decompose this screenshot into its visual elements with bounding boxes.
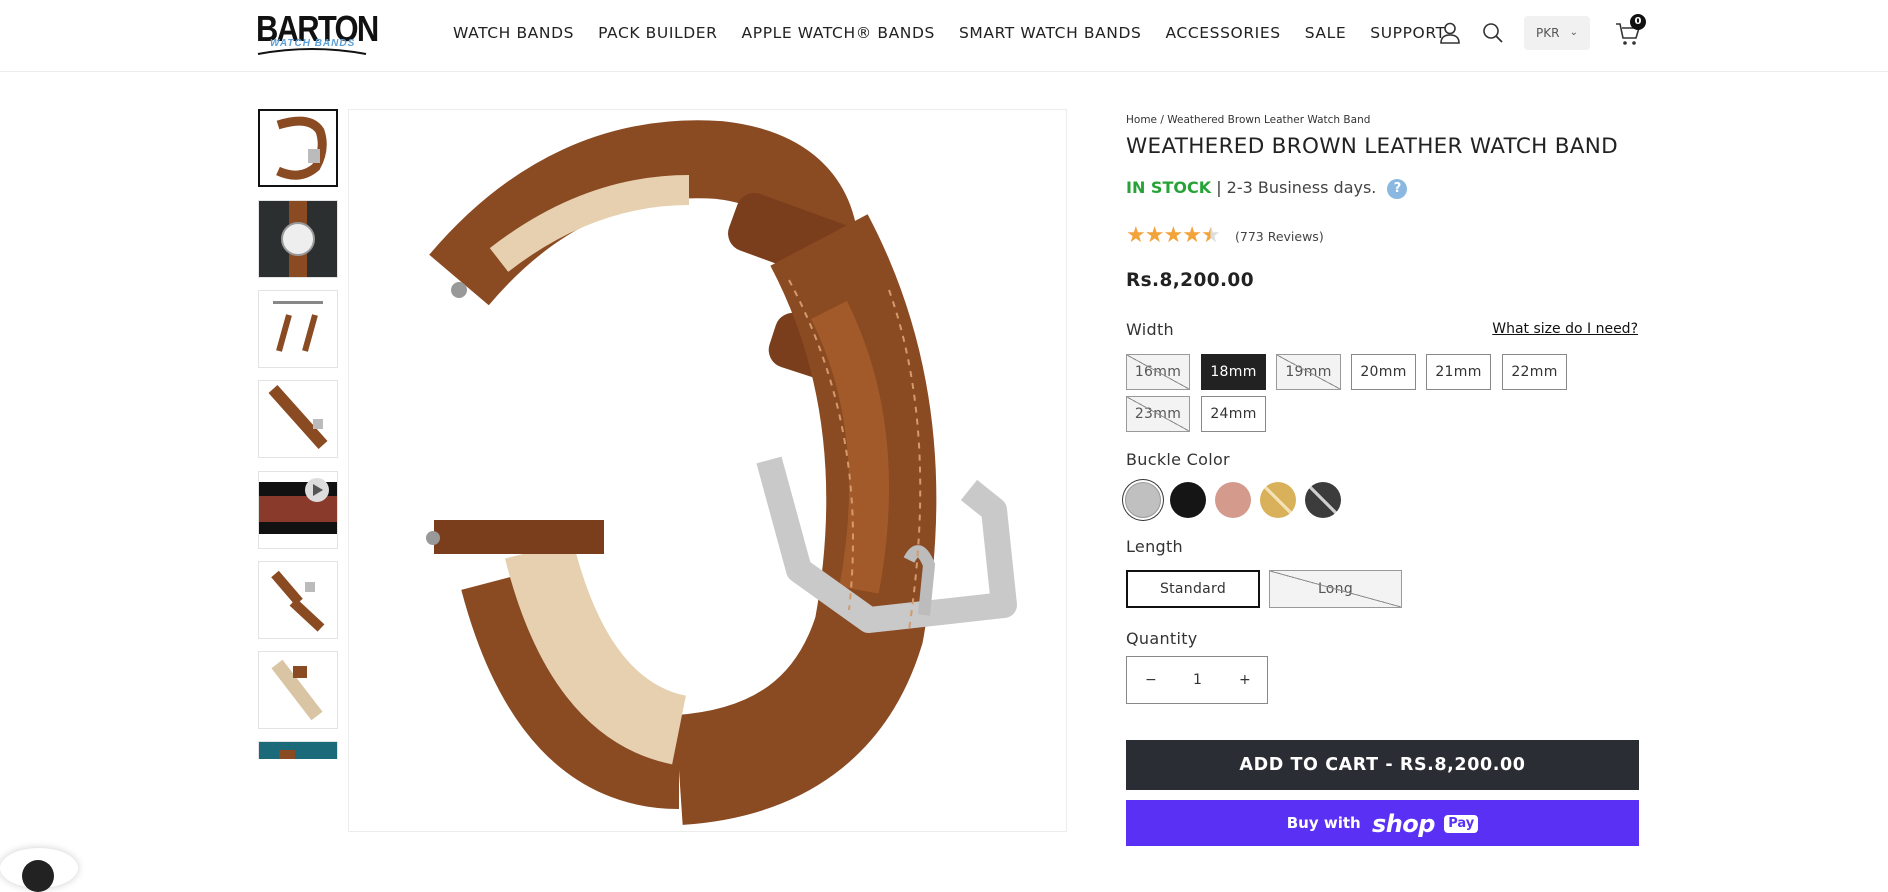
half-star-icon: ★ [1200, 223, 1221, 248]
star-icon: ★ [1144, 223, 1165, 248]
stock-status: IN STOCK [1126, 178, 1212, 197]
main-product-image[interactable] [348, 109, 1067, 832]
width-option-16mm[interactable]: 16mm [1126, 354, 1190, 390]
length-label: Length [1126, 537, 1183, 556]
sizes-thumbnail-icon [273, 301, 323, 352]
pay-badge: Pay [1444, 814, 1479, 833]
help-icon[interactable]: ? [1387, 178, 1408, 199]
shop-logo: shop [1371, 809, 1436, 838]
stock-separator: | [1216, 178, 1222, 197]
width-option-18mm[interactable]: 18mm [1201, 354, 1266, 390]
increase-quantity-button[interactable]: + [1239, 657, 1251, 703]
buckle-color-label: Buckle Color [1126, 450, 1230, 469]
thumbnail-video[interactable] [258, 471, 338, 549]
width-label: Width [1126, 320, 1174, 339]
nav-apple-watch-bands[interactable]: APPLE WATCH® BANDS [742, 22, 935, 44]
search-icon[interactable] [1480, 20, 1506, 46]
cart-count-badge: 0 [1630, 14, 1646, 30]
thumbnail-4[interactable] [258, 380, 338, 458]
review-count[interactable]: (773 Reviews) [1235, 229, 1324, 244]
video-thumbnail-icon [259, 478, 337, 534]
width-option-20mm[interactable]: 20mm [1351, 354, 1416, 390]
currency-selector[interactable]: PKR ⌄ [1524, 16, 1590, 50]
user-icon[interactable] [1437, 20, 1463, 46]
logo-swoosh-icon [257, 48, 367, 55]
quantity-stepper: − 1 + [1126, 656, 1268, 704]
product-title: WEATHERED BROWN LEATHER WATCH BAND [1126, 134, 1619, 159]
nav-watch-bands[interactable]: WATCH BANDS [453, 22, 574, 44]
thumbnail-3[interactable] [258, 290, 338, 368]
thumbnail-8[interactable] [258, 741, 338, 759]
currency-value: PKR [1536, 26, 1560, 40]
nav-support[interactable]: SUPPORT [1370, 22, 1445, 44]
chat-widget-button[interactable] [0, 848, 78, 892]
rating-stars[interactable]: ★★★★★ [1126, 223, 1221, 248]
width-option-23mm[interactable]: 23mm [1126, 396, 1190, 432]
star-icon: ★ [1163, 223, 1183, 248]
chevron-down-icon: ⌄ [1569, 27, 1578, 38]
width-option-24mm[interactable]: 24mm [1201, 396, 1266, 432]
length-option-standard[interactable]: Standard [1126, 570, 1260, 608]
chat-icon [22, 860, 54, 892]
nav-sale[interactable]: SALE [1305, 22, 1347, 44]
shipping-time: 2-3 Business days. [1226, 178, 1377, 197]
star-icon: ★ [1126, 223, 1146, 248]
nav-smart-watch-bands[interactable]: SMART WATCH BANDS [959, 22, 1142, 44]
quantity-input[interactable]: 1 [1193, 657, 1202, 703]
add-to-cart-button[interactable]: ADD TO CART - RS.8,200.00 [1126, 740, 1639, 790]
watch-lifestyle-thumbnail-icon [259, 201, 337, 277]
band-thumbnail-icon [276, 116, 327, 180]
buckle-swatch-gold[interactable] [1260, 482, 1296, 518]
buy-with-label: Buy with [1286, 814, 1361, 832]
stock-line: IN STOCK | 2-3 Business days. ? [1126, 178, 1408, 199]
width-option-22mm[interactable]: 22mm [1502, 354, 1567, 390]
thumbnail-7[interactable] [258, 651, 338, 729]
length-option-long[interactable]: Long [1269, 570, 1402, 608]
leather-band-image-icon [426, 120, 1017, 825]
partial-thumbnail-icon [259, 742, 337, 759]
buckle-swatch-black[interactable] [1170, 482, 1206, 518]
flat-band-thumbnail-icon [268, 385, 328, 449]
width-option-21mm[interactable]: 21mm [1426, 354, 1491, 390]
thumbnail-2[interactable] [258, 200, 338, 278]
buckle-swatch-rose-gold[interactable] [1215, 482, 1251, 518]
breadcrumb[interactable]: Home / Weathered Brown Leather Watch Ban… [1126, 114, 1370, 126]
site-header: BARTON WATCH BANDS WATCH BANDS PACK BUIL… [0, 0, 1888, 72]
nav-pack-builder[interactable]: PACK BUILDER [598, 22, 717, 44]
size-guide-link[interactable]: What size do I need? [1492, 321, 1638, 337]
main-nav: WATCH BANDS PACK BUILDER APPLE WATCH® BA… [453, 22, 1470, 44]
thumbnail-6[interactable] [258, 561, 338, 639]
quantity-label: Quantity [1126, 629, 1198, 648]
buckle-swatch-space-grey[interactable] [1305, 482, 1341, 518]
width-option-19mm[interactable]: 19mm [1276, 354, 1341, 390]
nav-accessories[interactable]: ACCESSORIES [1165, 22, 1280, 44]
product-price: Rs.8,200.00 [1126, 270, 1254, 291]
barton-logo[interactable]: BARTON WATCH BANDS [256, 10, 379, 56]
band-pair-thumbnail-icon [271, 570, 325, 632]
shop-pay-button[interactable]: Buy with shop Pay [1126, 800, 1639, 846]
thumbnail-strip [258, 109, 338, 759]
thumbnail-1[interactable] [258, 109, 338, 187]
lining-thumbnail-icon [271, 659, 323, 721]
decrease-quantity-button[interactable]: − [1145, 657, 1157, 703]
star-icon: ★ [1182, 223, 1202, 248]
buckle-swatch-silver[interactable] [1125, 482, 1161, 518]
